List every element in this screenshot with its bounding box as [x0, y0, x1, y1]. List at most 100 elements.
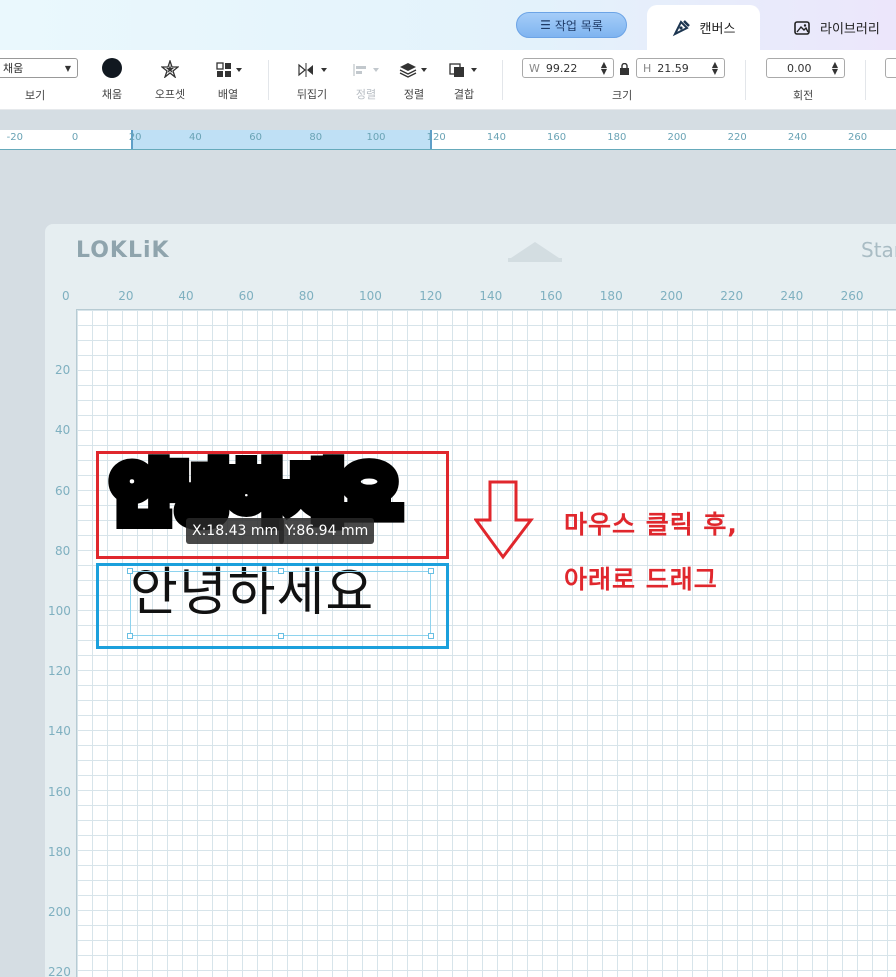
toolbar-divider: [745, 60, 746, 100]
top-ruler: -20 0 20 40 60 80 100 120 140 160 180 200 220 240 260: [0, 130, 896, 150]
height-input[interactable]: H 21.59 ▲ ▼: [636, 58, 725, 78]
offset-tool[interactable]: 오프셋: [148, 50, 192, 110]
order-label: 정렬: [403, 88, 425, 101]
list-icon: ☰: [540, 18, 551, 32]
mat-x-tick: 80: [298, 289, 315, 303]
mat-x-tick: 200: [660, 289, 683, 303]
top-ruler-tick: 80: [309, 132, 323, 143]
mat-y-tick: 180: [48, 844, 71, 859]
mat-x-tick: 260: [840, 289, 864, 303]
tab-library-label: 라이브러리: [820, 22, 880, 37]
arrange-label: 배열: [217, 88, 239, 101]
top-ruler-tick: 180: [607, 132, 627, 143]
combine-tool[interactable]: 결합: [446, 50, 482, 110]
width-value: 99.22: [545, 61, 578, 75]
toolbar-divider: [865, 60, 866, 100]
ruler-selection: [131, 130, 432, 150]
order-tool[interactable]: 정렬: [396, 50, 432, 110]
rotate-value: 0.00: [787, 61, 812, 75]
mat-y-tick: 100: [48, 604, 71, 618]
mat-y-tick: 160: [48, 784, 71, 799]
fill-label: 채움: [101, 88, 123, 101]
arrow-down-icon: [474, 480, 534, 560]
top-ruler-tick: 120: [426, 132, 446, 143]
arrange-tool[interactable]: 배열: [210, 50, 246, 110]
top-ruler-tick: 0: [71, 132, 79, 143]
coord-x-tooltip: X:18.43 mm: [186, 518, 285, 544]
height-key: H: [643, 61, 652, 75]
tab-library[interactable]: 라이브러리: [778, 5, 896, 50]
flip-tool[interactable]: 뒤집기: [292, 50, 332, 110]
fill-tool[interactable]: 채움: [96, 50, 128, 110]
top-ruler-tick: 200: [667, 132, 687, 143]
mat-y-tick: 60: [55, 483, 71, 498]
text-highlight-box: [96, 563, 449, 649]
top-ruler-tick: 40: [189, 132, 202, 143]
ruler-baseline: [0, 149, 896, 150]
view-select-value: 채움: [3, 62, 24, 75]
fill-color-swatch: [102, 58, 122, 78]
coord-y-tooltip: Y:86.94 mm: [279, 518, 375, 544]
width-key: W: [529, 61, 540, 75]
mat-x-tick: 120: [419, 289, 443, 303]
mat-x-tick: 40: [178, 289, 194, 303]
flip-label: 뒤집기: [296, 88, 328, 101]
mat-notch-icon: [508, 242, 562, 262]
height-value: 21.59: [657, 61, 689, 75]
mat-y-tick: 80: [55, 543, 71, 558]
top-ruler-tick: 20: [128, 132, 142, 143]
width-input[interactable]: W 99.22 ▲ ▼: [522, 58, 614, 78]
tab-canvas-label: 캔버스: [699, 22, 736, 37]
worklist-button[interactable]: ☰ 작업 목록: [516, 12, 627, 38]
rotate-label: 회전: [793, 89, 814, 102]
mat-y-tick: 140: [48, 724, 71, 739]
align-tool-disabled: 정렬: [348, 50, 384, 110]
more-input[interactable]: [885, 58, 896, 78]
instruction-line2: 아래로 드래그: [564, 565, 718, 594]
lock-icon[interactable]: [619, 61, 630, 80]
align-label: 정렬: [355, 88, 377, 101]
mat-x-tick: 0: [62, 289, 70, 303]
mat-y-tick: 220: [48, 965, 71, 977]
top-ruler-tick: 160: [547, 132, 567, 143]
top-ruler-tick: 100: [366, 132, 386, 143]
toolbar: 채움 ▼ 보기 채움 오프셋 배열 뒤집기 정렬 정렬 결합 W 99.22 ▲…: [0, 50, 896, 110]
image-library-icon: [794, 20, 810, 35]
spinner-arrows-icon[interactable]: ▲ ▼: [712, 61, 718, 76]
top-ruler-tick: 140: [486, 132, 506, 143]
chevron-down-icon: ▼: [64, 63, 71, 73]
mat-x-tick: 140: [479, 289, 503, 303]
offset-label: 오프셋: [154, 88, 186, 101]
worklist-label: 작업 목록: [554, 18, 603, 33]
flip-icon: [298, 63, 327, 77]
spinner-arrows-icon[interactable]: ▲ ▼: [601, 61, 607, 76]
start-label: Star: [861, 238, 896, 262]
combine-icon: [449, 63, 477, 77]
mat-y-tick: 20: [55, 363, 71, 378]
layers-icon: [399, 63, 427, 78]
loklik-logo: LOKLiK: [76, 238, 170, 263]
mat-y-tick: 120: [48, 664, 71, 679]
top-ruler-tick: -20: [6, 132, 23, 143]
mat-x-tick: 160: [539, 289, 563, 303]
mat-x-tick: 220: [720, 289, 744, 303]
size-label: 크기: [612, 89, 633, 102]
pen-tool-icon: [672, 19, 690, 36]
rotate-input[interactable]: 0.00 ▲ ▼: [766, 58, 845, 78]
view-label: 보기: [25, 89, 46, 102]
spinner-arrows-icon[interactable]: ▲ ▼: [832, 61, 838, 76]
tab-canvas[interactable]: 캔버스: [647, 5, 760, 50]
mat-y-tick: 200: [48, 905, 71, 919]
align-icon: [353, 64, 379, 76]
mat-x-tick: 180: [599, 289, 623, 303]
top-ruler-tick: 60: [249, 132, 262, 143]
toolbar-divider: [268, 60, 269, 100]
instruction-line1: 마우스 클릭 후,: [564, 510, 738, 539]
mat-y-tick: 40: [55, 423, 71, 438]
mat-x-tick: 20: [118, 289, 134, 303]
mat-x-tick: 60: [238, 289, 254, 303]
mat-x-tick: 240: [780, 289, 804, 303]
view-select[interactable]: 채움 ▼: [0, 58, 78, 78]
mat-x-tick: 100: [359, 289, 382, 303]
arrange-grid-icon: [216, 62, 242, 77]
